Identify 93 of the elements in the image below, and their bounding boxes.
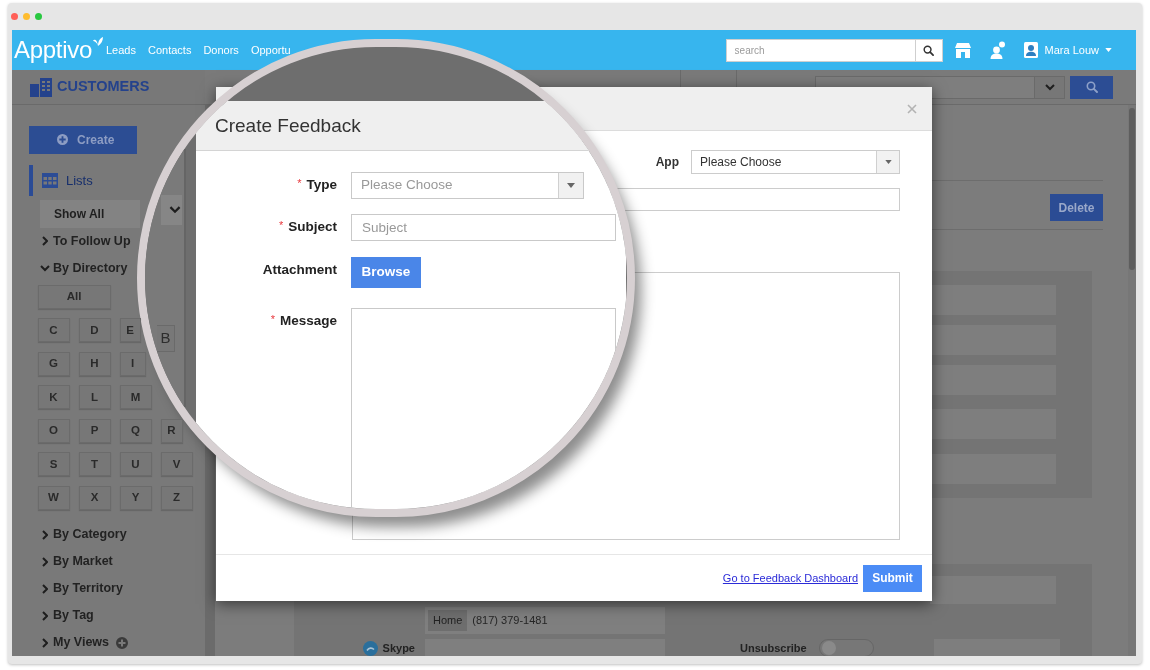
form-field[interactable]	[930, 365, 1056, 395]
person-icon[interactable]	[989, 41, 1006, 59]
show-all-select[interactable]	[161, 195, 182, 225]
form-field[interactable]	[930, 285, 1056, 315]
letter-button[interactable]: S	[37, 452, 70, 477]
field-label: App	[655, 154, 679, 171]
nav-link[interactable]: Contacts	[148, 44, 192, 56]
create-button[interactable]: Create	[29, 126, 137, 154]
logo-text: Apptivo	[14, 37, 92, 63]
field-label: Type	[306, 177, 337, 193]
search-icon	[923, 44, 935, 56]
caret-icon	[876, 151, 899, 173]
building-icon	[30, 77, 52, 97]
search-input[interactable]: search	[725, 38, 916, 62]
tree-item[interactable]: By Category	[42, 521, 127, 549]
submit-button[interactable]: Submit	[863, 564, 922, 592]
tree-item[interactable]: By Directory	[40, 254, 128, 282]
round-badge-icon	[362, 640, 378, 656]
letter-button[interactable]: C	[37, 318, 70, 343]
delete-button[interactable]: Delete	[1050, 194, 1103, 221]
form-field[interactable]	[933, 639, 1060, 656]
chevron-down-icon	[1034, 76, 1064, 98]
skype-field[interactable]	[425, 639, 665, 656]
letter-button[interactable]: M	[119, 385, 152, 410]
caret-icon	[558, 173, 583, 198]
store-icon[interactable]	[954, 42, 971, 58]
phone-number: (817) 379-1481	[472, 613, 548, 629]
show-all-select[interactable]: Show All	[40, 199, 140, 228]
subject-input[interactable]: Subject	[351, 214, 616, 241]
form-field[interactable]	[930, 409, 1056, 439]
chevron-down-icon	[169, 206, 181, 214]
window-control-icon[interactable]	[23, 13, 30, 20]
letter-button[interactable]: B	[157, 325, 175, 352]
window-control-icon[interactable]	[35, 13, 42, 20]
avatar-icon[interactable]	[1023, 42, 1038, 58]
nav-link[interactable]: Donors	[203, 44, 239, 56]
field-label: Skype	[382, 640, 415, 656]
letter-button[interactable]: H	[78, 351, 111, 376]
search-icon	[1085, 81, 1098, 93]
browse-button[interactable]: Browse	[351, 257, 421, 288]
letter-button[interactable]: O	[37, 418, 70, 443]
nav-link[interactable]: Opportu	[250, 44, 291, 56]
field-label: Attachment	[262, 262, 337, 278]
field-label: Unsubscribe	[740, 640, 807, 656]
letter-button[interactable]: R	[160, 418, 183, 443]
phone-type-tag: Home	[428, 610, 468, 631]
close-icon[interactable]	[907, 103, 917, 114]
form-field[interactable]	[930, 454, 1056, 484]
required-mark: *	[297, 178, 302, 189]
letter-button[interactable]: T	[78, 452, 111, 477]
letter-button[interactable]: V	[160, 452, 193, 477]
message-input[interactable]	[351, 308, 616, 509]
app-dropdown[interactable]: Please Choose	[691, 150, 900, 174]
caret-icon	[1105, 48, 1112, 52]
required-mark: *	[278, 220, 284, 231]
tree-item[interactable]: My Views	[42, 629, 129, 656]
table-icon	[42, 172, 58, 188]
letter-button[interactable]: W	[37, 485, 70, 510]
letter-button[interactable]: X	[78, 485, 111, 510]
field-label: Message	[279, 313, 337, 329]
lists-item[interactable]: Lists	[29, 164, 141, 196]
form-field[interactable]	[930, 576, 1056, 604]
letter-button[interactable]: P	[78, 418, 111, 443]
page-title: CUSTOMERS	[57, 77, 150, 97]
letter-button[interactable]: D	[78, 318, 111, 343]
letter-button[interactable]: Q	[119, 418, 152, 443]
leaf-icon	[92, 37, 103, 46]
letter-button[interactable]: E	[119, 318, 141, 343]
search-button[interactable]	[915, 38, 943, 62]
letter-button[interactable]: G	[37, 351, 70, 376]
type-dropdown[interactable]: Please Choose	[351, 172, 584, 199]
letter-button[interactable]: Z	[160, 485, 193, 510]
dashboard-link[interactable]: Go to Feedback Dashboard	[722, 569, 858, 587]
user-menu-button[interactable]: Mara Louw	[1044, 41, 1112, 59]
window-control-icon[interactable]	[11, 13, 18, 20]
letter-button[interactable]: K	[37, 385, 70, 410]
tree-item[interactable]: By Tag	[42, 602, 94, 630]
tree-item[interactable]: By Market	[42, 548, 113, 576]
field-label: Subject	[288, 219, 337, 235]
scrollbar-thumb[interactable]	[1129, 108, 1135, 270]
nav-link[interactable]: Leads	[106, 44, 136, 56]
required-mark: *	[270, 314, 275, 325]
form-field[interactable]	[930, 325, 1056, 355]
letter-button[interactable]: U	[119, 452, 152, 477]
unsubscribe-toggle[interactable]	[818, 639, 874, 656]
dialog-title: Create Feedback	[215, 116, 361, 135]
letter-button[interactable]: All	[37, 284, 111, 309]
letter-button[interactable]: L	[78, 385, 111, 410]
letter-button[interactable]: Y	[119, 485, 152, 510]
letter-button[interactable]: I	[119, 351, 146, 376]
tree-item[interactable]: By Territory	[42, 575, 123, 603]
phone-field[interactable]: Home (817) 379-1481	[425, 607, 665, 634]
tree-item[interactable]: To Follow Up	[42, 227, 131, 255]
